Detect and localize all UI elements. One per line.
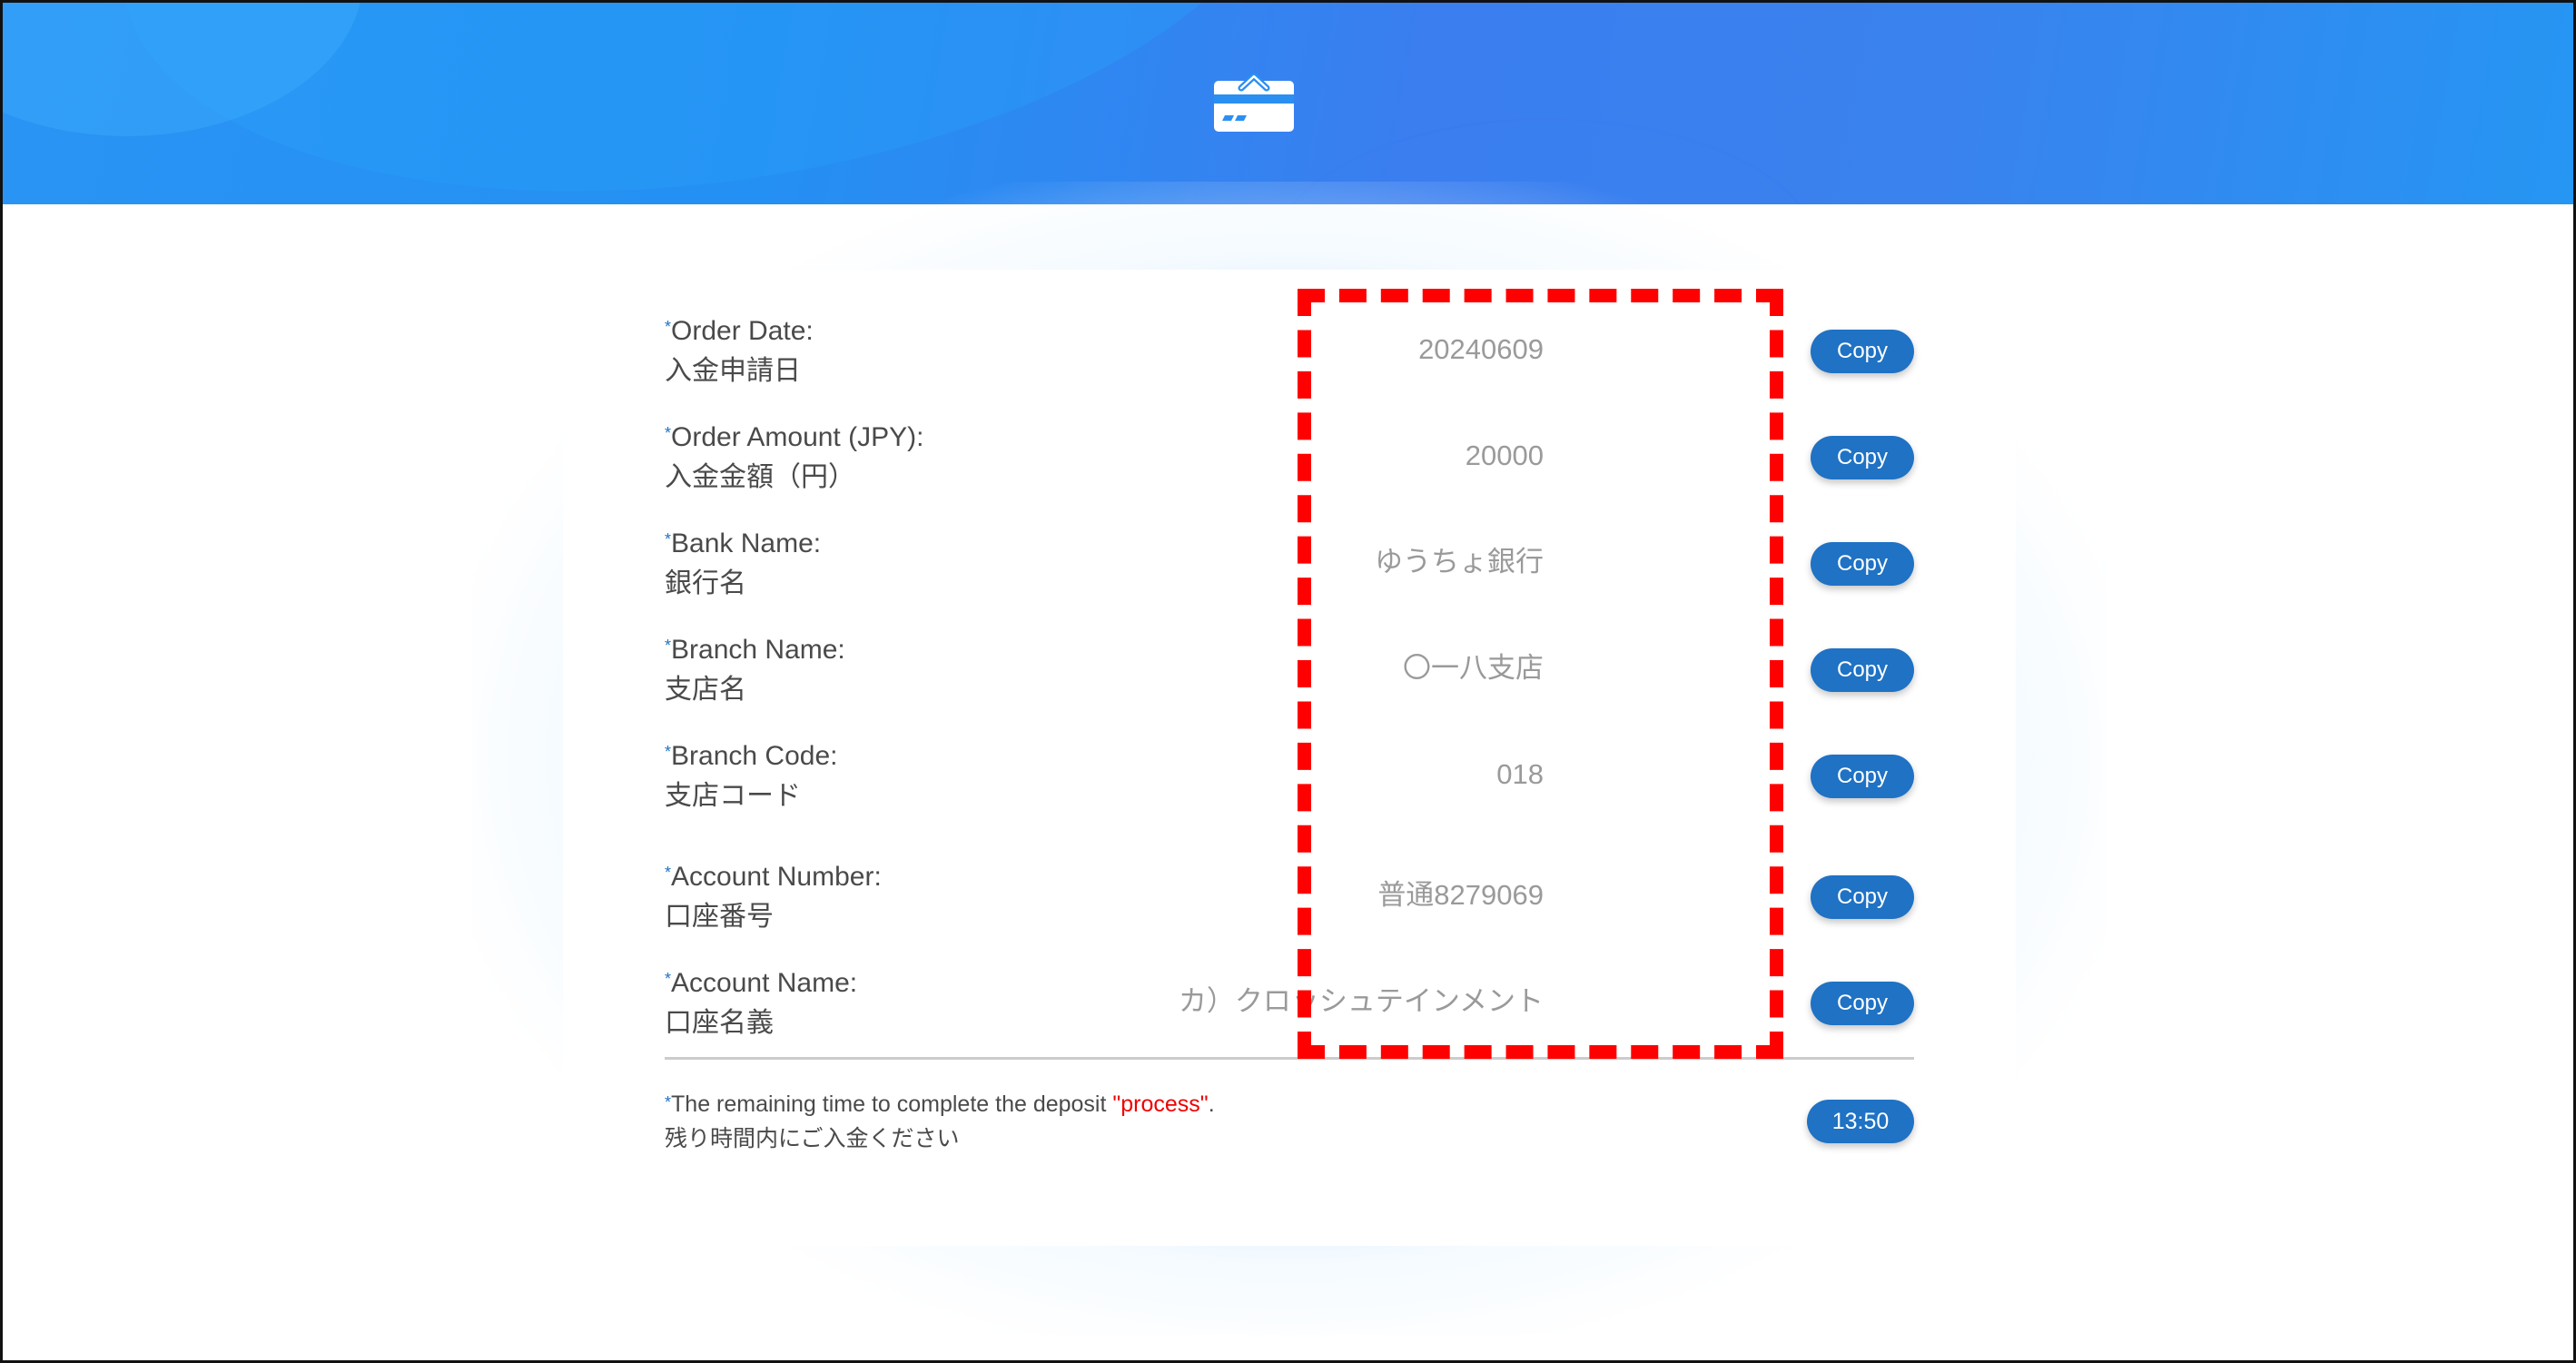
deposit-info-card: *Order Date: 入金申請日 20240609 Copy *Order … <box>563 270 2016 1246</box>
label-en: Order Amount (JPY): <box>671 422 924 452</box>
notice-text: The remaining time to complete the depos… <box>671 1091 1113 1117</box>
required-marker: * <box>665 318 672 336</box>
field-row-order-amount: *Order Amount (JPY): 入金金額（円） 20000 Copy <box>563 418 2016 499</box>
field-row-branch-name: *Branch Name: 支店名 〇一八支店 Copy <box>563 630 2016 712</box>
copy-button[interactable]: Copy <box>1811 436 1914 479</box>
notice-highlight: "process" <box>1112 1091 1209 1117</box>
required-marker: * <box>665 743 672 761</box>
header-banner <box>0 0 2576 204</box>
field-label: *Order Date: 入金申請日 <box>665 311 814 391</box>
label-ja: 支店名 <box>665 675 746 705</box>
notice-period: . <box>1208 1091 1215 1117</box>
required-marker: * <box>665 637 672 655</box>
label-en: Order Date: <box>671 316 814 346</box>
copy-button[interactable]: Copy <box>1811 648 1914 692</box>
label-en: Branch Name: <box>671 635 845 665</box>
field-label: *Branch Code: 支店コード <box>665 736 837 816</box>
field-label: *Bank Name: 銀行名 <box>665 524 821 604</box>
payment-card-icon <box>1214 73 1294 132</box>
field-row-bank-name: *Bank Name: 銀行名 ゆうちょ銀行 Copy <box>563 524 2016 606</box>
field-row-branch-code: *Branch Code: 支店コード 018 Copy <box>563 736 2016 818</box>
field-row-account-name: *Account Name: 口座名義 カ）クロッシュテインメント Copy <box>563 963 2016 1045</box>
label-ja: 支店コード <box>665 781 801 811</box>
required-marker: * <box>665 1093 672 1111</box>
field-label: *Account Number: 口座番号 <box>665 857 882 937</box>
required-marker: * <box>665 530 672 548</box>
copy-button[interactable]: Copy <box>1811 875 1914 919</box>
required-marker: * <box>665 864 672 882</box>
field-label: *Account Name: 口座名義 <box>665 963 857 1043</box>
copy-button[interactable]: Copy <box>1811 755 1914 798</box>
copy-button[interactable]: Copy <box>1811 542 1914 586</box>
required-marker: * <box>665 424 672 442</box>
label-ja: 銀行名 <box>665 568 746 598</box>
field-row-account-number: *Account Number: 口座番号 普通8279069 Copy <box>563 857 2016 939</box>
red-dashed-annotation-box <box>1298 289 1783 1059</box>
label-en: Bank Name: <box>671 528 822 558</box>
field-label: *Branch Name: 支店名 <box>665 630 845 710</box>
field-label: *Order Amount (JPY): 入金金額（円） <box>665 418 923 498</box>
label-ja: 入金申請日 <box>665 356 801 386</box>
label-ja: 口座番号 <box>665 902 774 932</box>
countdown-timer-badge: 13:50 <box>1807 1100 1914 1143</box>
required-marker: * <box>665 970 672 988</box>
label-en: Account Number: <box>671 862 882 892</box>
label-en: Account Name: <box>671 968 858 998</box>
copy-button[interactable]: Copy <box>1811 982 1914 1025</box>
label-en: Branch Code: <box>671 741 838 771</box>
field-row-order-date: *Order Date: 入金申請日 20240609 Copy <box>563 311 2016 393</box>
label-ja: 口座名義 <box>665 1008 774 1038</box>
notice-text-ja: 残り時間内にご入金ください <box>665 1126 960 1151</box>
copy-button[interactable]: Copy <box>1811 330 1914 373</box>
label-ja: 入金金額（円） <box>665 462 855 492</box>
remaining-time-notice: *The remaining time to complete the depo… <box>665 1087 1215 1156</box>
